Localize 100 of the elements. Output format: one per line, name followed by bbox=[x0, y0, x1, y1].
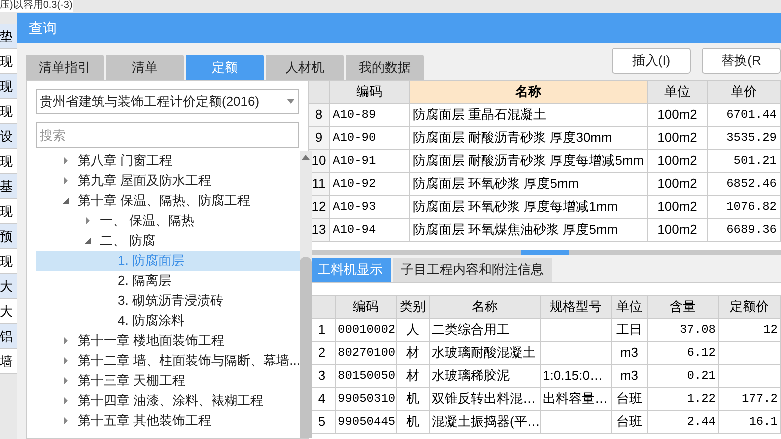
column-header[interactable]: 规格型号 bbox=[541, 296, 612, 319]
table-cell bbox=[541, 411, 612, 434]
splitter-handle[interactable] bbox=[521, 250, 569, 255]
background-cell: 现 bbox=[0, 99, 17, 124]
toolbar-button[interactable]: 插入(I) bbox=[612, 48, 691, 74]
tree-item[interactable]: 第十二章 墙、柱面装饰与隔断、幕墙... bbox=[36, 351, 300, 371]
tree-item[interactable]: 3. 砌筑沥青浸渍砖 bbox=[36, 291, 300, 311]
table-cell: 双锥反转出料混… bbox=[430, 388, 541, 411]
expand-icon[interactable] bbox=[62, 357, 70, 365]
table-cell: 177.2 bbox=[719, 388, 781, 411]
background-cell: 现 bbox=[0, 249, 17, 274]
tree-item[interactable]: 2. 隔离层 bbox=[36, 271, 300, 291]
library-dropdown[interactable]: 贵州省建筑与装饰工程计价定额(2016) bbox=[36, 89, 299, 114]
table-cell: 100m2 bbox=[648, 196, 708, 219]
background-cell: 大 bbox=[0, 299, 17, 324]
column-header[interactable]: 名称 bbox=[410, 81, 648, 104]
table-cell: 00010002 bbox=[336, 319, 397, 342]
tree-item[interactable]: 一、 保温、隔热 bbox=[36, 211, 300, 231]
table-cell: 100m2 bbox=[648, 150, 708, 173]
column-header[interactable]: 单位 bbox=[648, 81, 708, 104]
background-cell: 基 bbox=[0, 174, 17, 199]
tree-item[interactable]: 4. 防腐涂料 bbox=[36, 311, 300, 331]
search-field[interactable]: 搜索 bbox=[36, 122, 299, 148]
table-cell: 防腐面层 环氧煤焦油砂浆 厚度5mm bbox=[410, 219, 648, 242]
expand-icon[interactable] bbox=[62, 177, 70, 185]
background-cell: 现 bbox=[0, 74, 17, 99]
table-cell: 100m2 bbox=[648, 219, 708, 242]
column-header[interactable]: 单位 bbox=[612, 296, 648, 319]
table-cell: 100m2 bbox=[648, 127, 708, 150]
tree-item[interactable]: 第十章 保温、隔热、防腐工程 bbox=[36, 191, 300, 211]
column-header[interactable]: 名称 bbox=[430, 296, 541, 319]
expand-icon[interactable] bbox=[62, 157, 70, 165]
caret-icon bbox=[287, 99, 295, 104]
table-cell: A10-94 bbox=[330, 219, 410, 242]
table-cell: m3 bbox=[612, 365, 648, 388]
table-cell: 防腐面层 环氧砂浆 厚度每增减1mm bbox=[410, 196, 648, 219]
tab[interactable]: 清单 bbox=[106, 55, 184, 80]
table-cell: 12 bbox=[719, 319, 781, 342]
tree-item[interactable]: 第十五章 其他装饰工程 bbox=[36, 411, 300, 431]
window-title: 查询 bbox=[29, 18, 57, 38]
table-cell: 100m2 bbox=[648, 173, 708, 196]
table-cell: 37.08 bbox=[648, 319, 719, 342]
column-header[interactable]: 编码 bbox=[336, 296, 397, 319]
table-cell: 防腐面层 耐酸沥青砂浆 厚度30mm bbox=[410, 127, 648, 150]
table-cell: 501.21 bbox=[708, 150, 781, 173]
tree-item[interactable]: 第十三章 天棚工程 bbox=[36, 371, 300, 391]
background-cell: 设 bbox=[0, 124, 17, 149]
background-cell: 现 bbox=[0, 49, 17, 74]
column-header[interactable]: 含量 bbox=[648, 296, 719, 319]
tab[interactable]: 人材机 bbox=[266, 55, 344, 80]
expand-icon[interactable] bbox=[62, 397, 70, 405]
expand-icon[interactable] bbox=[62, 417, 70, 425]
table-cell: 防腐面层 耐酸沥青砂浆 厚度每增减5mm bbox=[410, 150, 648, 173]
table-cell: 1:0.15:0… bbox=[541, 365, 612, 388]
table-cell bbox=[541, 342, 612, 365]
tab[interactable]: 我的数据 bbox=[346, 55, 424, 80]
column-header[interactable]: 定额价 bbox=[719, 296, 781, 319]
table-cell: A10-92 bbox=[330, 173, 410, 196]
table-cell: 1076.82 bbox=[708, 196, 781, 219]
table-cell: 材 bbox=[397, 342, 430, 365]
table-cell: 台班 bbox=[612, 388, 648, 411]
tab[interactable]: 子目工程内容和附注信息 bbox=[393, 258, 552, 282]
background-cell: 现 bbox=[0, 199, 17, 224]
expand-icon[interactable] bbox=[62, 377, 70, 385]
table-cell: 材 bbox=[397, 365, 430, 388]
toolbar-button[interactable]: 替换(R bbox=[702, 48, 781, 74]
scroll-up-icon[interactable] bbox=[302, 155, 310, 160]
table-cell: 混凝土振捣器(平… bbox=[430, 411, 541, 434]
table-cell: 100m2 bbox=[648, 104, 708, 127]
table-cell: 防腐面层 环氧砂浆 厚度5mm bbox=[410, 173, 648, 196]
table-cell: A10-90 bbox=[330, 127, 410, 150]
expand-icon[interactable] bbox=[62, 337, 70, 345]
table-cell: 工日 bbox=[612, 319, 648, 342]
table-cell: A10-91 bbox=[330, 150, 410, 173]
collapse-icon[interactable] bbox=[84, 237, 92, 245]
tree-item[interactable]: 第十一章 楼地面装饰工程 bbox=[36, 331, 300, 351]
table-cell: 16.1 bbox=[719, 411, 781, 434]
background-cell: 预 bbox=[0, 224, 17, 249]
tree-item[interactable]: 第十四章 油漆、涂料、裱糊工程 bbox=[36, 391, 300, 411]
tree-item[interactable]: 第八章 门窗工程 bbox=[36, 151, 300, 171]
dropdown-value: 贵州省建筑与装饰工程计价定额(2016) bbox=[40, 92, 260, 111]
column-header[interactable]: 单价 bbox=[708, 81, 781, 104]
expand-icon[interactable] bbox=[84, 217, 92, 225]
table-cell: 6852.46 bbox=[708, 173, 781, 196]
table-cell: 4 bbox=[309, 388, 336, 411]
table-cell: 防腐面层 重晶石混凝土 bbox=[410, 104, 648, 127]
table-cell: 3535.29 bbox=[708, 127, 781, 150]
table-cell: 1 bbox=[309, 319, 336, 342]
collapse-icon[interactable] bbox=[62, 197, 70, 205]
tab[interactable]: 清单指引 bbox=[26, 55, 104, 80]
table-cell: 二类综合用工 bbox=[430, 319, 541, 342]
table-cell: 0.21 bbox=[648, 365, 719, 388]
table-cell: 人 bbox=[397, 319, 430, 342]
tree-item[interactable]: 二、 防腐 bbox=[36, 231, 300, 251]
table-cell: 2 bbox=[309, 342, 336, 365]
scrollbar[interactable] bbox=[300, 151, 312, 438]
column-header[interactable]: 类别 bbox=[397, 296, 430, 319]
tree-item[interactable]: 第九章 屋面及防水工程 bbox=[36, 171, 300, 191]
scroll-thumb[interactable] bbox=[300, 257, 312, 438]
table-cell: 机 bbox=[397, 411, 430, 434]
